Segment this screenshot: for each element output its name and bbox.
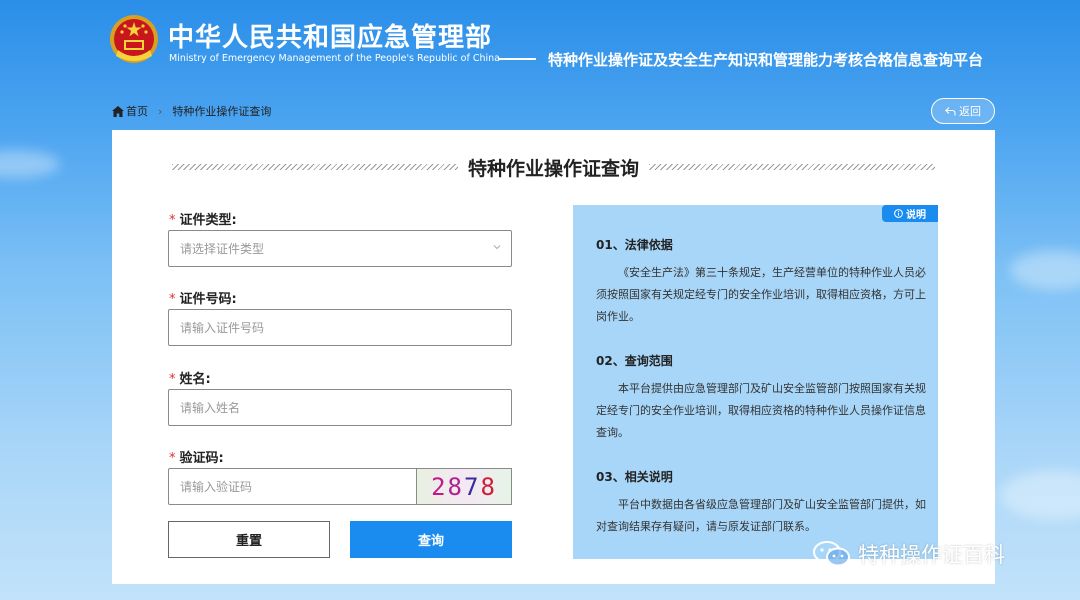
captcha-digit: 7 — [464, 472, 481, 501]
chevron-right-icon: › — [158, 104, 163, 118]
cert-number-input[interactable]: 请输入证件号码 — [168, 309, 512, 346]
background-cloud — [0, 150, 60, 178]
required-mark: * — [169, 451, 176, 466]
captcha-placeholder: 请输入验证码 — [180, 480, 253, 494]
reset-button[interactable]: 重置 — [168, 521, 330, 558]
info-heading: 02、查询范围 — [596, 354, 673, 368]
cert-number-placeholder: 请输入证件号码 — [180, 321, 265, 335]
info-text: 《安全生产法》第三十条规定，生产经营单位的特种作业人员必须按照国家有关规定经专门… — [596, 266, 926, 323]
site-header: 中华人民共和国应急管理部 Ministry of Emergency Manag… — [0, 0, 1080, 90]
captcha-input[interactable]: 请输入验证码 — [168, 468, 416, 505]
wechat-icon — [813, 541, 850, 567]
background-cloud — [1000, 470, 1080, 520]
home-icon — [112, 105, 124, 117]
back-arrow-icon — [945, 106, 956, 115]
background-cloud — [1010, 250, 1080, 290]
name-label: * 姓名: — [169, 372, 211, 387]
captcha-digit: 8 — [480, 472, 497, 501]
ministry-name-english: Ministry of Emergency Management of the … — [169, 53, 500, 64]
info-badge: 说明 — [882, 205, 938, 222]
platform-title: 特种作业操作证及安全生产知识和管理能力考核合格信息查询平台 — [548, 51, 984, 69]
chevron-down-icon — [493, 245, 501, 250]
back-button-label: 返回 — [959, 105, 981, 118]
cert-type-placeholder: 请选择证件类型 — [180, 242, 265, 256]
watermark-text: 特种操作证百科 — [858, 543, 1005, 567]
required-mark: * — [169, 292, 176, 307]
info-text: 本平台提供由应急管理部门及矿山安全监管部门按照国家有关规定经专门的安全作业培训，… — [596, 382, 926, 439]
name-placeholder: 请输入姓名 — [180, 401, 241, 415]
page-title: 特种作业操作证查询 — [468, 157, 640, 180]
ministry-name: 中华人民共和国应急管理部 — [168, 23, 493, 53]
title-decoration-left — [172, 164, 458, 170]
card-title-row: 特种作业操作证查询 — [172, 154, 936, 180]
captcha-image[interactable]: 2 8 7 8 — [416, 468, 512, 505]
info-icon — [894, 209, 903, 218]
info-panel: 说明 01、法律依据 《安全生产法》第三十条规定，生产经营单位的特种作业人员必须… — [573, 205, 938, 559]
header-divider — [498, 58, 536, 60]
national-emblem-icon — [110, 15, 158, 63]
query-card: 特种作业操作证查询 * 证件类型: 请选择证件类型 * 证件号码: 请输入证件号码 … — [112, 130, 995, 584]
title-decoration-right — [649, 164, 936, 170]
breadcrumb-home-link[interactable]: 首页 — [126, 103, 148, 119]
info-heading: 03、相关说明 — [596, 470, 673, 484]
wechat-watermark: 特种操作证百科 — [812, 539, 1005, 569]
info-heading: 01、法律依据 — [596, 238, 673, 252]
back-button[interactable]: 返回 — [931, 98, 995, 124]
captcha-label: * 验证码: — [169, 451, 224, 466]
breadcrumb-current: 特种作业操作证查询 — [172, 105, 272, 118]
info-text: 平台中数据由各省级应急管理部门及矿山安全监管部门提供，如对查询结果存有疑问，请与… — [596, 498, 926, 533]
required-mark: * — [169, 372, 176, 387]
required-mark: * — [169, 213, 176, 228]
breadcrumb: 首页 › 特种作业操作证查询 — [112, 103, 271, 119]
info-badge-label: 说明 — [906, 210, 926, 221]
cert-number-label: * 证件号码: — [169, 292, 237, 307]
cert-type-select[interactable]: 请选择证件类型 — [168, 230, 512, 267]
cert-type-label: * 证件类型: — [169, 213, 237, 228]
captcha-digit: 2 — [431, 472, 448, 501]
captcha-digit: 8 — [447, 472, 464, 501]
query-button[interactable]: 查询 — [350, 521, 512, 558]
name-input[interactable]: 请输入姓名 — [168, 389, 512, 426]
